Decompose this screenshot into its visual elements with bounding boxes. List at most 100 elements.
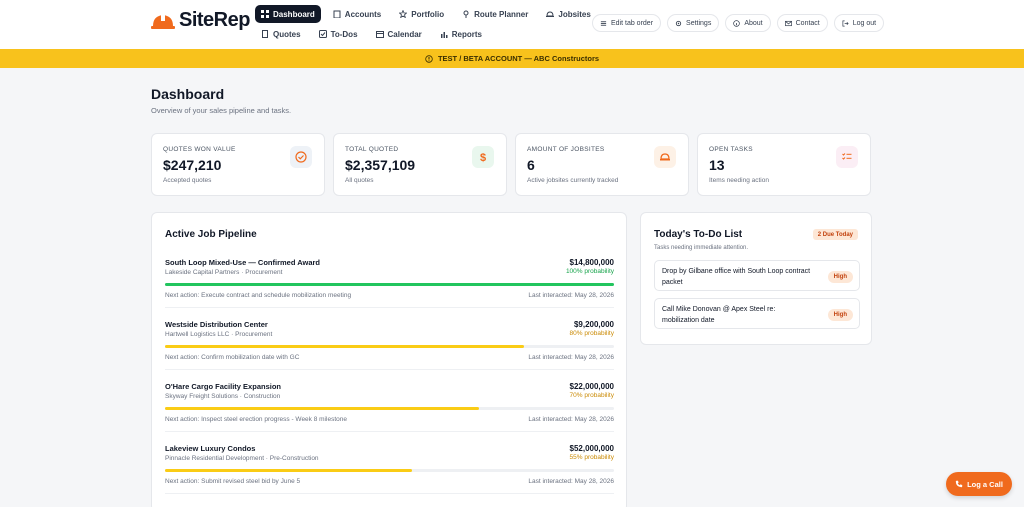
checklist-icon [836,146,858,168]
about-button[interactable]: About [725,14,771,32]
nav-quotes[interactable]: Quotes [255,25,307,43]
divider [165,431,614,432]
job-client: Skyway Freight Solutions · Construction [165,393,281,400]
job-next-action: Next action: Execute contract and schedu… [165,292,352,299]
probability-track [165,469,614,472]
nav-label: To-Dos [330,29,358,39]
job-amount: $9,200,000 [573,320,614,329]
mail-icon [784,20,792,26]
priority-badge: High [827,271,853,283]
nav-accounts[interactable]: Accounts [327,5,387,23]
nav-route-planner[interactable]: Route Planner [456,5,534,23]
job-amount: $52,000,000 [569,444,615,453]
settings-button[interactable]: Settings [667,14,720,32]
contact-button[interactable]: Contact [776,14,828,32]
checklist-icon [318,30,327,38]
todo-item[interactable]: Call Mike Donovan @ Apex Steel re: mobil… [654,298,860,329]
nav-label: Calendar [387,29,422,39]
page-title: Dashboard [151,86,225,102]
probability-track [165,283,614,286]
job-amount: $14,800,000 [569,258,615,267]
probability-track [165,345,614,348]
divider [165,369,614,370]
job-client: Hartwell Logistics LLC · Procurement [165,331,273,338]
nav-dashboard[interactable]: Dashboard [255,5,321,23]
contact-label: Contact [795,19,820,27]
logout-label: Log out [852,19,877,27]
job-probability: 100% probability [565,268,614,275]
top-header: SiteRep Dashboard Accounts Portfolio Rou… [0,0,1024,49]
map-pin-icon [463,10,469,18]
stat-label: QUOTES WON VALUE [163,146,236,153]
stat-label: TOTAL QUOTED [345,146,399,153]
todays-todo-list: Today's To-Do List 2 Due Today Tasks nee… [640,212,872,345]
probability-bar [165,283,614,286]
job-next-action: Next action: Confirm mobilization date w… [165,354,300,361]
stat-card-jobsites: AMOUNT OF JOBSITES 6 Active jobsites cur… [515,133,689,196]
stat-desc: All quotes [345,177,374,184]
probability-bar [165,469,412,472]
job-name: O'Hare Cargo Facility Expansion [165,382,281,391]
dollar-icon: $ [472,146,494,168]
nav-jobsites[interactable]: Jobsites [540,5,596,23]
hardhat-icon [546,11,555,17]
utility-bar: Edit tab order Settings About Contact Lo… [592,14,885,32]
calendar-icon [375,31,384,38]
gear-icon [675,20,682,26]
star-icon [399,10,408,18]
job-name: South Loop Mixed-Use — Confirmed Award [165,258,321,267]
stat-value: $2,357,109 [345,157,416,173]
hardhat-icon [654,146,676,168]
settings-label: Settings [686,19,712,27]
document-icon [262,30,268,38]
log-a-call-button[interactable]: Log a Call [946,472,1012,496]
info-icon [733,19,741,27]
job-last-interacted: Last interacted: May 28, 2026 [528,416,614,423]
active-job-pipeline: Active Job Pipeline South Loop Mixed-Use… [151,212,627,507]
divider [165,307,614,308]
stat-card-open-tasks: OPEN TASKS 13 Items needing action [697,133,871,196]
nav-portfolio[interactable]: Portfolio [393,5,450,23]
job-amount: $22,000,000 [569,382,615,391]
job-last-interacted: Last interacted: May 28, 2026 [528,292,614,299]
logout-icon [842,20,849,26]
nav-label: Accounts [344,9,382,19]
page-subtitle: Overview of your sales pipeline and task… [151,106,292,115]
phone-icon [955,480,963,488]
about-label: About [744,19,763,27]
nav-label: Route Planner [474,9,529,19]
task-text: Call Mike Donovan @ Apex Steel re: mobil… [662,306,776,324]
stat-value: 6 [527,157,535,173]
building-icon [333,10,341,18]
divider [165,493,614,494]
probability-track [165,407,614,410]
alert-icon [425,54,433,63]
logout-button[interactable]: Log out [833,14,885,32]
priority-badge: High [827,309,853,321]
svg-text:$: $ [480,152,486,163]
todo-title: Today's To-Do List [654,229,743,240]
nav-label: Portfolio [411,9,445,19]
job-last-interacted: Last interacted: May 28, 2026 [528,354,614,361]
pipeline-title: Active Job Pipeline [165,229,257,240]
stat-value: 13 [709,157,725,173]
stat-desc: Active jobsites currently tracked [527,177,619,184]
nav-todos[interactable]: To-Dos [313,25,364,43]
stat-label: AMOUNT OF JOBSITES [527,146,605,153]
nav-reports[interactable]: Reports [434,25,488,43]
job-probability: 70% probability [569,392,614,399]
fab-label: Log a Call [967,479,1003,489]
list-icon [600,20,607,26]
hardhat-logo-icon [151,13,175,29]
brand-logo[interactable]: SiteRep [151,9,250,32]
task-text: Drop by Gilbane office with South Loop c… [662,268,811,286]
todo-item[interactable]: Drop by Gilbane office with South Loop c… [654,260,860,291]
job-probability: 80% probability [569,330,614,337]
dashboard-icon [261,10,269,18]
nav-label: Quotes [273,29,301,39]
edit-tab-order-button[interactable]: Edit tab order [592,14,662,32]
due-today-badge: 2 Due Today [812,229,858,240]
beta-account-banner: TEST / BETA ACCOUNT — ABC Constructors [0,49,1024,68]
edit-tab-order-label: Edit tab order [611,19,654,27]
nav-calendar[interactable]: Calendar [370,25,428,43]
